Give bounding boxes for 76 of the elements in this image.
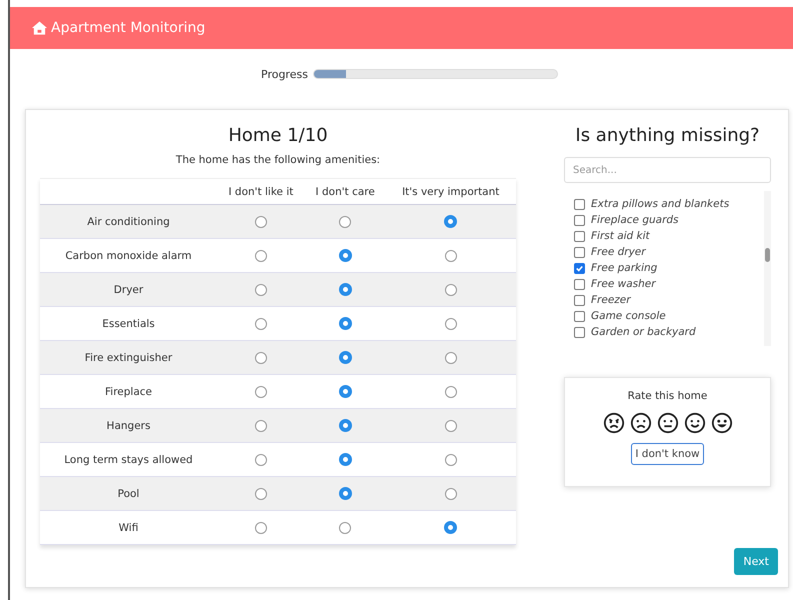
radio-button[interactable]: [254, 352, 267, 364]
radio-button[interactable]: [444, 352, 457, 364]
missing-title: Is anything missing?: [574, 125, 761, 146]
smile-face-icon[interactable]: [684, 412, 706, 434]
radio-button[interactable]: [444, 521, 458, 534]
sad-face-icon[interactable]: [630, 412, 652, 434]
scrollbar[interactable]: [764, 191, 771, 346]
amenity-option[interactable]: Free parking: [591, 262, 658, 274]
radio-button[interactable]: [444, 420, 457, 432]
amenity-label: Pool: [118, 488, 140, 500]
amenity-option[interactable]: Extra pillows and blankets: [591, 198, 730, 210]
radio-button[interactable]: [338, 385, 352, 398]
radio-button[interactable]: [254, 386, 267, 398]
radio-button[interactable]: [444, 318, 457, 330]
dont-know-button[interactable]: I don't know: [631, 443, 704, 465]
radio-button[interactable]: [338, 419, 352, 432]
radio-button[interactable]: [444, 454, 457, 466]
checkbox[interactable]: [574, 278, 585, 290]
amenity-option[interactable]: Free dryer: [591, 246, 646, 258]
checkbox[interactable]: [574, 326, 585, 338]
amenity-label: Fire extinguisher: [84, 352, 172, 364]
amenity-label: Fireplace: [105, 386, 152, 398]
column-header: I don't like it: [228, 186, 294, 198]
checkbox[interactable]: [574, 214, 585, 226]
radio-button[interactable]: [338, 283, 352, 296]
radio-button[interactable]: [338, 453, 352, 466]
house-icon: [32, 21, 47, 35]
checkbox[interactable]: [574, 246, 585, 258]
amenity-label: Dryer: [114, 284, 144, 296]
amenity-option[interactable]: Garden or backyard: [591, 326, 696, 338]
radio-button[interactable]: [254, 284, 267, 296]
radio-button[interactable]: [254, 522, 267, 534]
amenity-option[interactable]: Free washer: [591, 278, 656, 290]
checkbox[interactable]: [574, 262, 585, 274]
radio-button[interactable]: [444, 386, 457, 398]
radio-button[interactable]: [254, 250, 267, 262]
checkbox[interactable]: [574, 198, 585, 210]
amenity-label: Air conditioning: [87, 216, 170, 228]
radio-button[interactable]: [339, 522, 352, 534]
radio-button[interactable]: [254, 318, 267, 330]
radio-button[interactable]: [444, 284, 457, 296]
checkbox[interactable]: [574, 230, 585, 242]
survey-title: Home 1/10: [227, 125, 329, 146]
radio-button[interactable]: [338, 317, 352, 330]
checkbox[interactable]: [574, 310, 585, 322]
radio-button[interactable]: [338, 487, 352, 500]
amenity-option[interactable]: Freezer: [591, 294, 631, 306]
amenity-label: Carbon monoxide alarm: [65, 250, 192, 262]
amenity-label: Essentials: [102, 318, 155, 330]
amenity-label: Long term stays allowed: [64, 454, 193, 466]
amenity-option[interactable]: Game console: [591, 310, 666, 322]
angry-face-icon[interactable]: [602, 412, 624, 434]
radio-button[interactable]: [444, 250, 457, 262]
radio-button[interactable]: [254, 420, 267, 432]
survey-subtitle: The home has the following amenities:: [174, 154, 382, 166]
column-header: I don't care: [316, 186, 375, 198]
neutral-face-icon[interactable]: [656, 412, 678, 434]
radio-button[interactable]: [254, 216, 267, 228]
radio-button[interactable]: [338, 249, 352, 262]
radio-button[interactable]: [339, 216, 352, 228]
radio-button[interactable]: [254, 454, 267, 466]
grin-face-icon[interactable]: [710, 412, 732, 434]
column-header: It's very important: [402, 186, 500, 198]
radio-button[interactable]: [254, 488, 267, 500]
radio-button[interactable]: [338, 351, 352, 364]
app-title: Apartment Monitoring: [51, 20, 206, 36]
search-field[interactable]: Search...: [564, 157, 771, 183]
amenity-label: Wifi: [118, 522, 138, 534]
progress-label: Progress: [261, 68, 308, 80]
radio-button[interactable]: [444, 215, 458, 228]
amenity-option[interactable]: Fireplace guards: [591, 214, 679, 226]
amenity-option[interactable]: First aid kit: [591, 230, 650, 242]
checkbox[interactable]: [574, 294, 585, 306]
amenity-label: Hangers: [106, 420, 150, 432]
rating-title: Rate this home: [628, 390, 708, 402]
radio-button[interactable]: [444, 488, 457, 500]
